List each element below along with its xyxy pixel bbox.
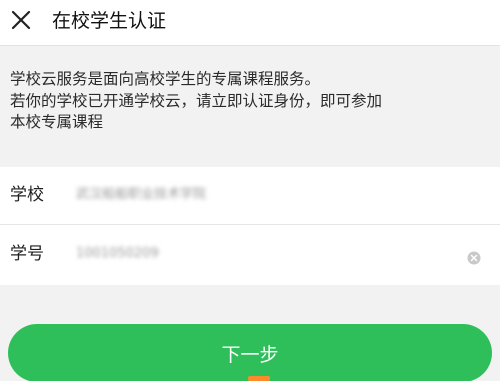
school-value[interactable]: 武汉船舶职业技术学院 — [76, 186, 436, 204]
clear-circle-icon[interactable] — [467, 250, 481, 265]
student-id-label: 学号 — [10, 244, 44, 264]
student-id-input[interactable]: 1001050209 — [76, 245, 436, 263]
notice-line-2: 若你的学校已开通学校云，请立即认证身份，即可参加 — [10, 91, 383, 110]
page-title: 在校学生认证 — [52, 10, 167, 32]
accent-mark — [248, 376, 270, 381]
school-label: 学校 — [10, 185, 44, 205]
student-id-row[interactable]: 学号 1001050209 — [0, 226, 500, 284]
top-bar: 在校学生认证 — [0, 0, 500, 46]
next-step-button[interactable]: 下一步 — [8, 324, 492, 381]
close-icon[interactable] — [8, 7, 34, 33]
school-row[interactable]: 学校 武汉船舶职业技术学院 — [0, 167, 500, 225]
verification-form: 学校 武汉船舶职业技术学院 学号 1001050209 — [0, 167, 500, 285]
notice-line-1: 学校云服务是面向高校学生的专属课程服务。 — [10, 70, 321, 88]
service-notice: 学校云服务是面向高校学生的专属课程服务。 若你的学校已开通学校云，请立即认证身份… — [0, 47, 500, 167]
notice-line-3: 本校专属课程 — [10, 113, 104, 131]
